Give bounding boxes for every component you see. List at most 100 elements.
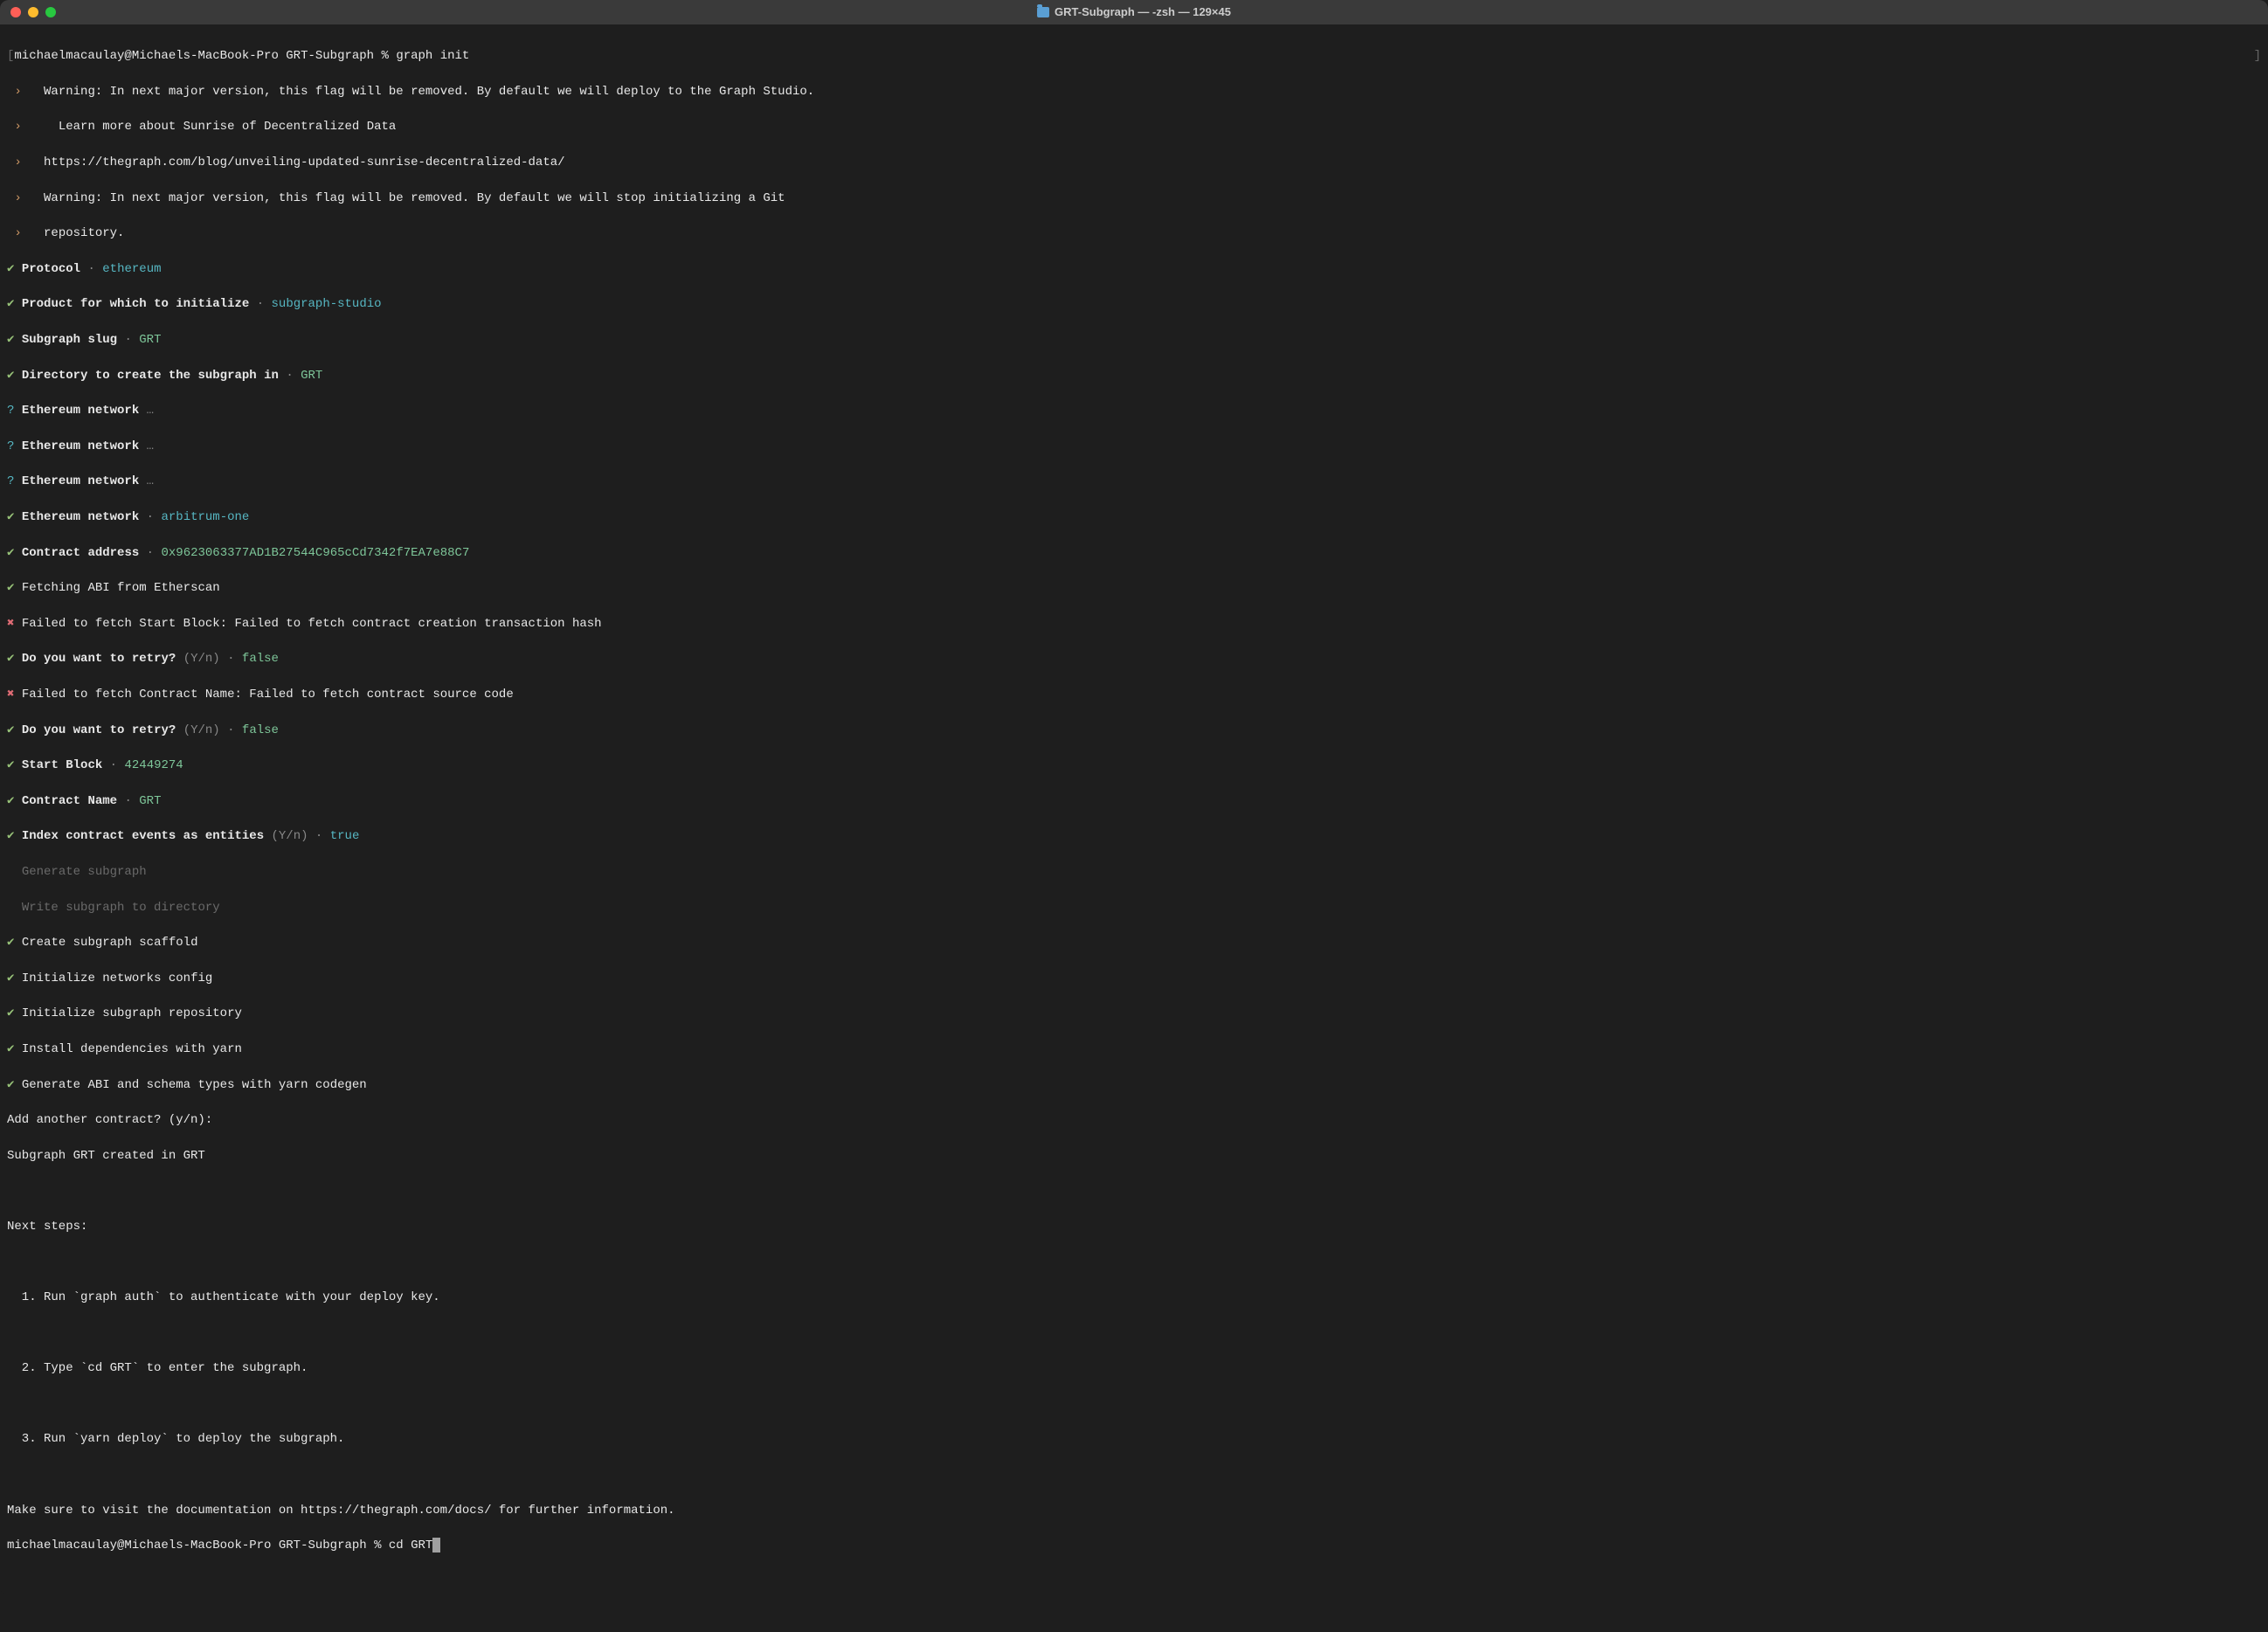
prompt-value: GRT: [301, 369, 322, 383]
status-line: ✔ Create subgraph scaffold: [7, 934, 2261, 951]
prompt-value: ethereum: [102, 262, 161, 276]
output-line: 1. Run `graph auth` to authenticate with…: [7, 1289, 2261, 1306]
warning-text: Learn more about Sunrise of Decentralize…: [44, 120, 396, 134]
command-input: graph init: [396, 49, 469, 63]
status-line: ✔ Fetching ABI from Etherscan: [7, 579, 2261, 597]
check-icon: ✔: [7, 1006, 14, 1020]
prompt-row: ✔ Ethereum network · arbitrum-one: [7, 508, 2261, 526]
window-controls: [10, 7, 56, 17]
dot-separator: ·: [257, 297, 264, 311]
warning-text: Warning: In next major version, this fla…: [44, 191, 785, 205]
warning-line: › Learn more about Sunrise of Decentrali…: [7, 118, 2261, 135]
check-icon: ✔: [7, 723, 14, 737]
status-text: Generate ABI and schema types with yarn …: [22, 1078, 367, 1092]
prompt-label: Do you want to retry?: [22, 723, 176, 737]
titlebar: GRT-Subgraph — -zsh — 129×45: [0, 0, 2268, 24]
warning-text: Warning: In next major version, this fla…: [44, 85, 814, 99]
prompt-row: ✔ Index contract events as entities (Y/n…: [7, 827, 2261, 845]
prompt-userhost: michaelmacaulay@Michaels-MacBook-Pro: [7, 1539, 271, 1552]
check-icon: ✔: [7, 333, 14, 347]
cursor-icon: [432, 1538, 440, 1552]
cross-icon: ✖: [7, 617, 14, 631]
prompt-label: Ethereum network: [22, 404, 139, 418]
prompt-label: Product for which to initialize: [22, 297, 249, 311]
prompt-label: Ethereum network: [22, 510, 139, 524]
question-icon: ?: [7, 404, 14, 418]
prompt-hint: (Y/n): [183, 723, 220, 737]
prompt-line: [michaelmacaulay@Michaels-MacBook-Pro GR…: [7, 47, 2261, 65]
terminal-content[interactable]: [michaelmacaulay@Michaels-MacBook-Pro GR…: [0, 24, 2268, 1595]
prompt-value: GRT: [139, 333, 161, 347]
prompt-value: 42449274: [124, 758, 183, 772]
check-icon: ✔: [7, 936, 14, 950]
dot-separator: ·: [147, 510, 154, 524]
dot-separator: ·: [124, 794, 131, 808]
prompt-row: ? Ethereum network …: [7, 438, 2261, 455]
dot-separator: ·: [87, 262, 94, 276]
dim-line: Write subgraph to directory: [7, 899, 2261, 916]
prompt-label: Start Block: [22, 758, 102, 772]
check-icon: ✔: [7, 581, 14, 595]
status-text: Install dependencies with yarn: [22, 1042, 242, 1056]
check-icon: ✔: [7, 1042, 14, 1056]
ellipsis: …: [147, 474, 154, 488]
arrow-icon: ›: [14, 156, 21, 169]
error-text: Failed to fetch Contract Name: Failed to…: [22, 688, 514, 702]
prompt-label: Protocol: [22, 262, 80, 276]
ellipsis: …: [147, 404, 154, 418]
prompt-label: Directory to create the subgraph in: [22, 369, 279, 383]
check-icon: ✔: [7, 546, 14, 560]
status-line: ✔ Install dependencies with yarn: [7, 1041, 2261, 1058]
check-icon: ✔: [7, 297, 14, 311]
minimize-icon[interactable]: [28, 7, 38, 17]
prompt-row: ✔ Product for which to initialize · subg…: [7, 295, 2261, 313]
check-icon: ✔: [7, 262, 14, 276]
prompt-row: ✔ Start Block · 42449274: [7, 757, 2261, 774]
prompt-value: arbitrum-one: [161, 510, 249, 524]
output-line: Subgraph GRT created in GRT: [7, 1147, 2261, 1165]
dim-line: Generate subgraph: [7, 863, 2261, 881]
prompt-row: ✔ Protocol · ethereum: [7, 260, 2261, 278]
check-icon: ✔: [7, 758, 14, 772]
prompt-label: Ethereum network: [22, 474, 139, 488]
command-input: cd GRT: [389, 1539, 432, 1552]
title-text: GRT-Subgraph — -zsh — 129×45: [1054, 4, 1231, 21]
prompt-value: subgraph-studio: [272, 297, 382, 311]
prompt-line: michaelmacaulay@Michaels-MacBook-Pro GRT…: [7, 1537, 2261, 1554]
warning-text: repository.: [44, 226, 124, 240]
window-title: GRT-Subgraph — -zsh — 129×45: [1037, 4, 1231, 21]
warning-line: › https://thegraph.com/blog/unveiling-up…: [7, 154, 2261, 171]
prompt-value: false: [242, 723, 279, 737]
close-icon[interactable]: [10, 7, 21, 17]
output-line: Make sure to visit the documentation on …: [7, 1502, 2261, 1519]
prompt-value: GRT: [139, 794, 161, 808]
prompt-dir: GRT-Subgraph: [286, 49, 374, 63]
prompt-symbol: %: [382, 49, 389, 63]
prompt-userhost: michaelmacaulay@Michaels-MacBook-Pro: [14, 49, 278, 63]
maximize-icon[interactable]: [45, 7, 56, 17]
prompt-value: false: [242, 652, 279, 666]
prompt-row: ✔ Contract Name · GRT: [7, 792, 2261, 810]
dim-text: Write subgraph to directory: [22, 901, 220, 915]
output-line: Add another contract? (y/n):: [7, 1111, 2261, 1129]
status-text: Initialize subgraph repository: [22, 1006, 242, 1020]
check-icon: ✔: [7, 794, 14, 808]
output-line: 2. Type `cd GRT` to enter the subgraph.: [7, 1359, 2261, 1377]
prompt-row: ✔ Do you want to retry? (Y/n) · false: [7, 722, 2261, 739]
output-line: Next steps:: [7, 1218, 2261, 1235]
prompt-label: Do you want to retry?: [22, 652, 176, 666]
arrow-icon: ›: [14, 85, 21, 99]
prompt-label: Subgraph slug: [22, 333, 117, 347]
dot-separator: ·: [315, 829, 322, 843]
status-text: Fetching ABI from Etherscan: [22, 581, 220, 595]
prompt-row: ? Ethereum network …: [7, 402, 2261, 419]
bracket-close: ]: [2254, 47, 2261, 65]
prompt-label: Index contract events as entities: [22, 829, 264, 843]
prompt-row: ✔ Directory to create the subgraph in · …: [7, 367, 2261, 384]
check-icon: ✔: [7, 1078, 14, 1092]
check-icon: ✔: [7, 652, 14, 666]
prompt-value: 0x9623063377AD1B27544C965cCd7342f7EA7e88…: [161, 546, 469, 560]
prompt-hint: (Y/n): [183, 652, 220, 666]
dot-separator: ·: [227, 652, 234, 666]
check-icon: ✔: [7, 972, 14, 985]
